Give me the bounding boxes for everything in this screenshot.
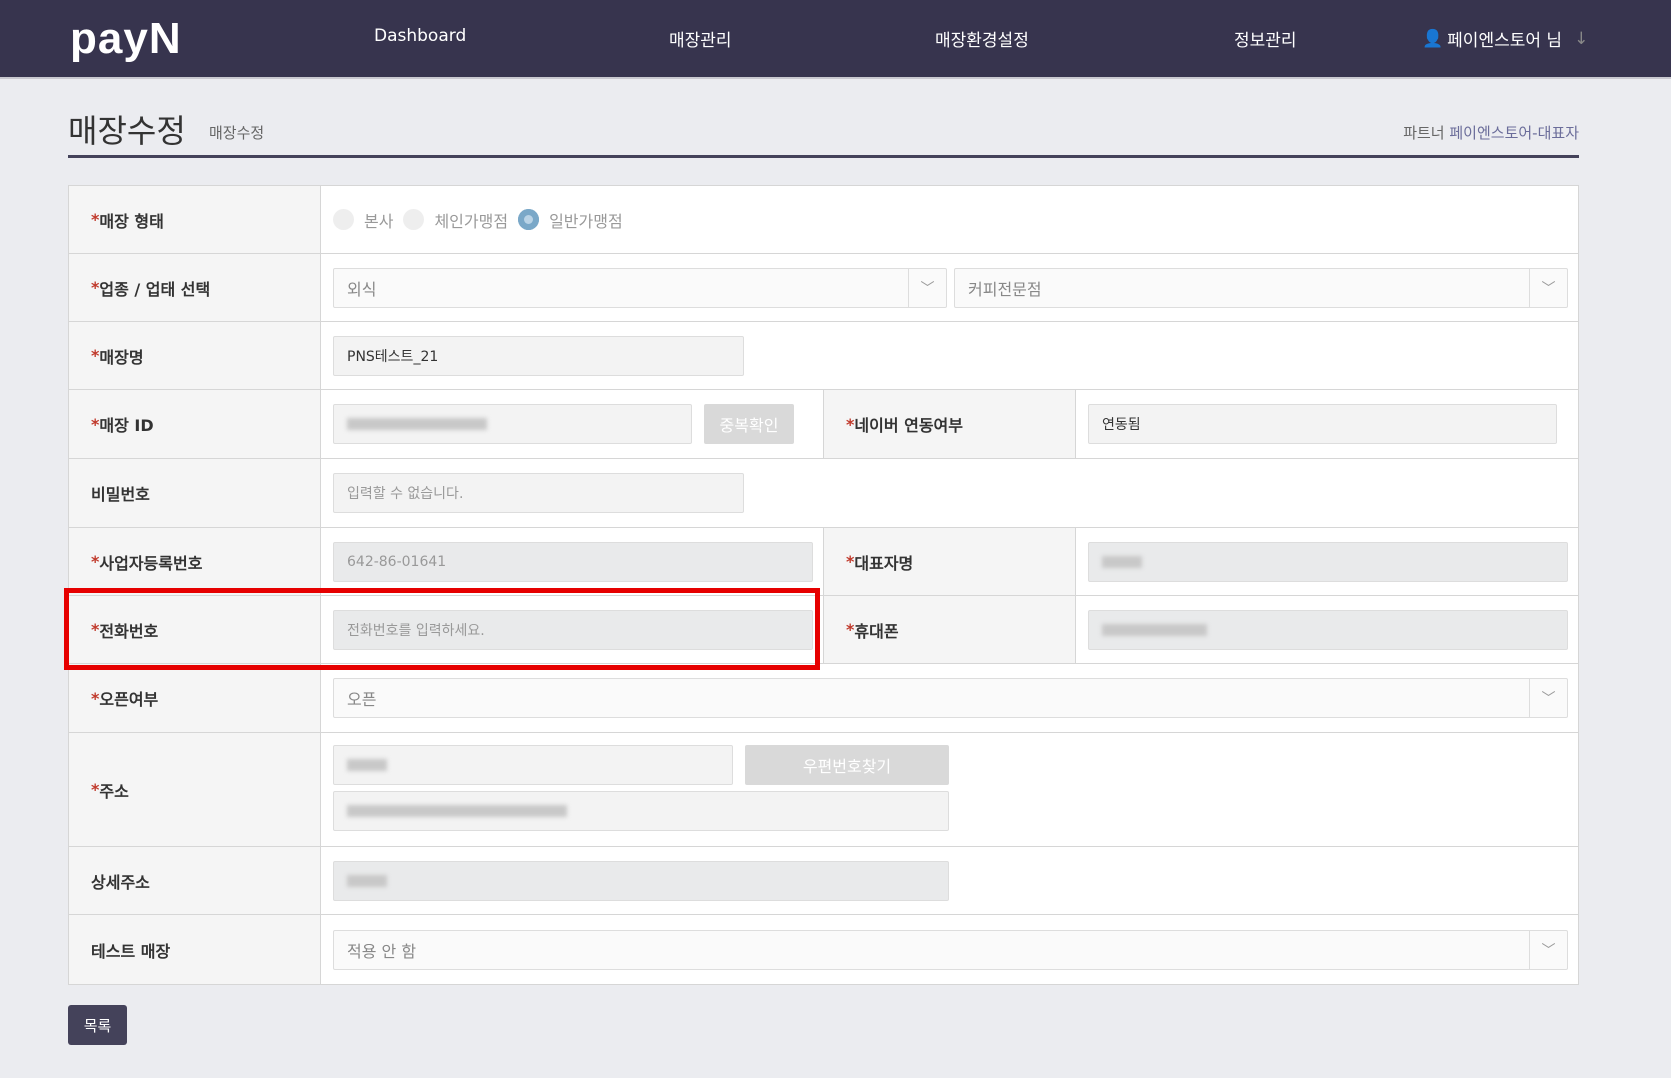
field-label: 상세주소 — [91, 872, 150, 892]
nav-info-management[interactable]: 정보관리 — [1234, 26, 1297, 51]
chevron-down-icon: ﹀ — [1529, 679, 1567, 717]
test-store-select[interactable]: 적용 안 함 ﹀ — [333, 929, 1568, 970]
row-store-type: * 매장 형태 본사 체인가맹점 일반가맹점 — [69, 186, 1578, 254]
nav-dashboard[interactable]: Dashboard — [374, 26, 466, 46]
field-label: 매장명 — [99, 347, 144, 367]
title-divider — [68, 155, 1579, 158]
store-name-input[interactable]: PNS테스트_21 — [333, 335, 744, 376]
field-label: 테스트 매장 — [91, 941, 171, 961]
biz-no-input: 642-86-01641 — [333, 541, 813, 582]
breadcrumb: 매장수정 — [209, 124, 265, 142]
payn-logo[interactable]: payN — [70, 14, 182, 64]
user-menu[interactable]: 👤 페이엔스토어 님 ↓ — [1422, 26, 1589, 52]
zipcode-input[interactable] — [333, 745, 733, 785]
password-input[interactable]: 입력할 수 없습니다. — [333, 473, 744, 513]
row-detail-address: 상세주소 — [69, 847, 1578, 915]
partner-label: 파트너 — [1403, 124, 1445, 142]
field-label: 주소 — [99, 781, 129, 801]
row-open: * 오픈여부 오픈 ﹀ — [69, 664, 1578, 733]
nav-store-management[interactable]: 매장관리 — [669, 26, 732, 51]
row-password: 비밀번호 입력할 수 없습니다. — [69, 459, 1578, 528]
chevron-down-icon: ﹀ — [1529, 268, 1567, 307]
field-label: 사업자등록번호 — [99, 553, 203, 573]
top-nav-bar: payN Dashboard 매장관리 매장환경설정 정보관리 👤 페이엔스토어… — [0, 0, 1671, 79]
highlight-box — [64, 588, 820, 670]
page-title: 매장수정 — [68, 112, 186, 150]
mobile-input — [1088, 609, 1568, 650]
row-store-id: * 매장 ID 중복확인 * 네이버 연동여부 연동됨 — [69, 390, 1578, 459]
field-label: 업종 / 업태 선택 — [99, 279, 211, 299]
field-label: 대표자명 — [854, 553, 914, 573]
naver-link-input: 연동됨 — [1088, 404, 1557, 444]
radio-chain[interactable] — [403, 209, 425, 230]
row-biz-no: * 사업자등록번호 642-86-01641 * 대표자명 — [69, 528, 1578, 596]
radio-label: 일반가맹점 — [549, 211, 623, 231]
find-zipcode-button[interactable]: 우편번호찾기 — [745, 745, 949, 785]
user-icon: 👤 — [1422, 28, 1444, 49]
user-name: 페이엔스토어 님 — [1447, 31, 1563, 51]
store-edit-form: * 매장 형태 본사 체인가맹점 일반가맹점 * 업종 / 업태 선택 외식 ﹀ 커피… — [68, 185, 1579, 985]
field-label: 휴대폰 — [854, 621, 899, 641]
duplicate-check-button[interactable]: 중복확인 — [704, 404, 794, 444]
radio-label: 체인가맹점 — [434, 211, 509, 231]
radio-label: 본사 — [364, 211, 394, 231]
field-label: * 매장 형태 — [69, 186, 321, 253]
chevron-down-icon: ﹀ — [908, 268, 946, 307]
row-store-name: * 매장명 PNS테스트_21 — [69, 322, 1578, 390]
store-id-input[interactable] — [333, 404, 692, 444]
field-label: 네이버 연동여부 — [854, 416, 963, 435]
list-button[interactable]: 목록 — [68, 1005, 127, 1045]
radio-general[interactable] — [518, 209, 540, 230]
category-select[interactable]: 외식 ﹀ — [333, 267, 947, 308]
address-input[interactable] — [333, 791, 949, 831]
partner-info: 파트너 페이엔스토어-대표자 — [1403, 122, 1579, 143]
row-test-store: 테스트 매장 적용 안 함 ﹀ — [69, 915, 1578, 984]
row-address: * 주소 우편번호찾기 — [69, 733, 1578, 847]
nav-store-settings[interactable]: 매장환경설정 — [935, 26, 1029, 51]
subcategory-select[interactable]: 커피전문점 ﹀ — [954, 267, 1568, 308]
arrow-down-icon: ↓ — [1574, 28, 1589, 49]
field-label: 비밀번호 — [91, 485, 150, 504]
partner-name: 페이엔스토어-대표자 — [1449, 124, 1579, 142]
chevron-down-icon: ﹀ — [1529, 930, 1567, 969]
row-business: * 업종 / 업태 선택 외식 ﹀ 커피전문점 ﹀ — [69, 254, 1578, 322]
radio-hq[interactable] — [333, 209, 354, 230]
detail-address-input[interactable] — [333, 860, 949, 901]
field-label: 매장 ID — [99, 416, 154, 435]
ceo-name-input — [1088, 541, 1568, 582]
open-status-select[interactable]: 오픈 ﹀ — [333, 678, 1568, 718]
field-label: 오픈여부 — [99, 690, 159, 709]
